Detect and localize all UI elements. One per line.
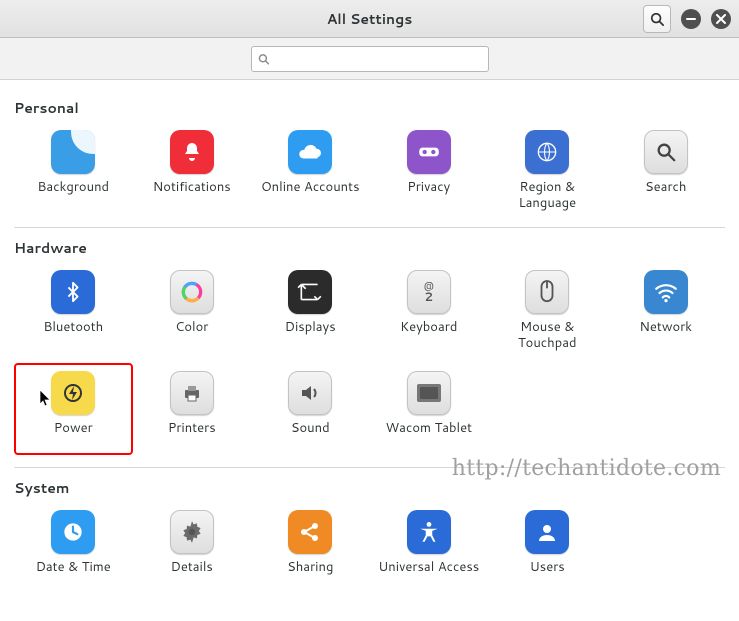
item-power[interactable]: Power [14,363,133,455]
privacy-icon [407,130,451,174]
keyboard-icon: @ 2 [407,270,451,314]
close-icon [716,14,726,24]
item-label: Universal Access [378,560,479,590]
displays-icon [288,270,332,314]
network-icon [644,270,688,314]
sound-icon [288,371,332,415]
power-icon [51,371,95,415]
item-label: Online Accounts [261,180,360,210]
item-label: Color [175,320,208,350]
gear-icon [170,510,214,554]
item-label: Details [171,560,213,590]
item-notifications[interactable]: Notifications [133,122,252,215]
item-label: Wacom Tablet [385,421,472,451]
item-printers[interactable]: Printers [133,363,252,455]
search-magnify-icon [644,130,688,174]
item-label: Bluetooth [43,320,103,350]
item-mouse-touchpad[interactable]: Mouse & Touchpad [488,262,607,355]
item-users[interactable]: Users [488,502,607,594]
item-date-time[interactable]: Date & Time [14,502,133,594]
item-sound[interactable]: Sound [251,363,370,455]
item-color[interactable]: Color [133,262,252,355]
window-title: All Settings [0,9,739,29]
search-input[interactable] [273,51,482,66]
item-universal-access[interactable]: Universal Access [370,502,489,594]
content-area: Personal Background Notifications Online… [0,80,739,620]
printers-icon [170,371,214,415]
watermark-text: http://techantidote.com [452,456,721,481]
grid-hardware: Bluetooth Color Displays @ 2 Keyboard [14,262,725,455]
mouse-icon [525,270,569,314]
universal-access-icon [407,510,451,554]
search-field-wrap[interactable] [251,46,489,72]
titlebar-right [643,5,731,33]
item-background[interactable]: Background [14,122,133,215]
item-label: Sharing [287,560,333,590]
item-label: Date & Time [36,560,111,590]
section-divider [14,467,725,468]
wacom-icon [407,371,451,415]
item-privacy[interactable]: Privacy [370,122,489,215]
section-divider [14,227,725,228]
minimize-button[interactable] [681,9,701,29]
section-title-personal: Personal [14,98,725,118]
grid-system: Date & Time Details Sharing Universal Ac… [14,502,725,594]
clock-icon [51,510,95,554]
titlebar-search-button[interactable] [643,5,671,33]
item-wacom-tablet[interactable]: Wacom Tablet [370,363,489,455]
bluetooth-icon [51,270,95,314]
item-label: Keyboard [400,320,457,350]
users-icon [525,510,569,554]
item-bluetooth[interactable]: Bluetooth [14,262,133,355]
item-keyboard[interactable]: @ 2 Keyboard [370,262,489,355]
color-icon [170,270,214,314]
background-icon [51,130,95,174]
item-search[interactable]: Search [607,122,726,215]
item-label: Notifications [153,180,231,210]
item-label: Network [639,320,692,350]
notifications-icon [170,130,214,174]
item-label: Displays [285,320,336,350]
item-label: Background [37,180,109,210]
section-title-hardware: Hardware [14,238,725,258]
item-online-accounts[interactable]: Online Accounts [251,122,370,215]
item-details[interactable]: Details [133,502,252,594]
item-sharing[interactable]: Sharing [251,502,370,594]
search-icon [258,53,269,65]
sharing-icon [288,510,332,554]
item-label: Mouse & Touchpad [490,320,605,351]
region-language-icon [525,130,569,174]
item-label: Users [530,560,565,590]
item-label: Sound [291,421,330,451]
item-label: Printers [168,421,216,451]
grid-personal: Background Notifications Online Accounts… [14,122,725,215]
search-icon [650,12,664,26]
minimize-icon [686,14,696,24]
item-label: Privacy [407,180,450,210]
close-button[interactable] [711,9,731,29]
item-region-language[interactable]: Region & Language [488,122,607,215]
cloud-icon [288,130,332,174]
item-label: Search [645,180,686,210]
item-network[interactable]: Network [607,262,726,355]
item-label: Region & Language [490,180,605,211]
item-displays[interactable]: Displays [251,262,370,355]
item-label: Power [54,421,93,451]
section-title-system: System [14,478,725,498]
searchbar [0,38,739,80]
titlebar: All Settings [0,0,739,38]
